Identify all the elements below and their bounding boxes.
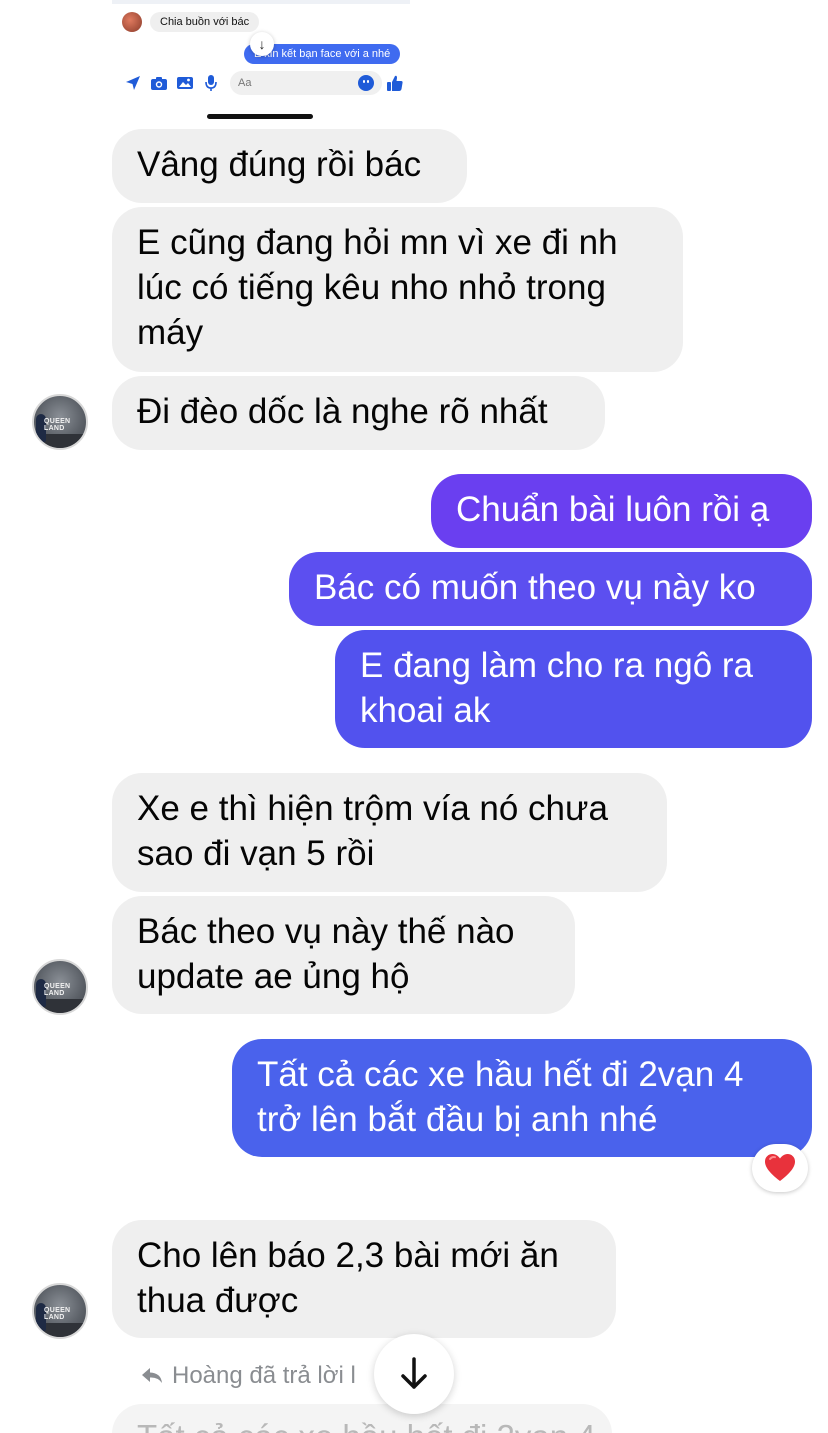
avatar-logo-text: QUEEN LAND <box>44 983 71 997</box>
message-bubble-outgoing[interactable]: E đang làm cho ra ngô ra khoai ak <box>335 630 812 748</box>
scroll-to-bottom-button[interactable] <box>374 1334 454 1414</box>
message-bubble-incoming[interactable]: Đi đèo dốc là nghe rõ nhất <box>112 376 605 450</box>
location-arrow-icon <box>120 70 146 96</box>
message-bubble-incoming[interactable]: Vâng đúng rồi bác <box>112 129 467 203</box>
emoji-icon <box>358 75 374 91</box>
contact-avatar[interactable]: QUEEN LAND <box>32 394 88 450</box>
thumbs-up-icon <box>382 70 408 96</box>
contact-avatar[interactable]: QUEEN LAND <box>32 959 88 1015</box>
embed-incoming-row: Chia buồn với bác <box>122 12 260 32</box>
heart-icon <box>765 1154 795 1181</box>
message-bubble-outgoing[interactable]: Bác có muốn theo vụ này ko <box>289 552 812 626</box>
message-bubble-incoming[interactable]: Xe e thì hiện trộm vía nó chưa sao đi vạ… <box>112 773 667 892</box>
home-indicator <box>207 114 313 119</box>
embed-avatar <box>122 12 142 32</box>
avatar-logo-text: QUEEN LAND <box>44 418 71 432</box>
embed-scroll-down-icon: ↓ <box>250 32 274 56</box>
reply-info: Hoàng đã trả lời l <box>140 1362 356 1390</box>
reply-arrow-icon <box>142 1368 162 1383</box>
contact-avatar[interactable]: QUEEN LAND <box>32 1283 88 1339</box>
embed-message-input: Aa <box>230 71 382 95</box>
image-icon <box>172 70 198 96</box>
quoted-message-preview[interactable]: Tất cả các xe hầu hết đi 2vạn 4 <box>112 1404 612 1433</box>
message-bubble-incoming[interactable]: Cho lên báo 2,3 bài mới ăn thua được <box>112 1220 616 1338</box>
embed-input-placeholder: Aa <box>238 77 252 89</box>
heart-reaction[interactable] <box>752 1144 808 1192</box>
avatar-logo-text: QUEEN LAND <box>44 1307 71 1321</box>
microphone-icon <box>198 70 224 96</box>
camera-icon <box>146 70 172 96</box>
message-bubble-outgoing[interactable]: Tất cả các xe hầu hết đi 2vạn 4 trở lên … <box>232 1039 812 1157</box>
message-bubble-outgoing[interactable]: Chuẩn bài luôn rồi ạ <box>431 474 812 548</box>
message-bubble-incoming[interactable]: E cũng đang hỏi mn vì xe đi nh lúc có ti… <box>112 207 683 372</box>
embed-incoming-bubble: Chia buồn với bác <box>150 12 260 32</box>
embedded-screenshot: Chia buồn với bác E xin kết bạn face với… <box>112 0 410 108</box>
arrow-down-icon <box>401 1357 427 1389</box>
embed-composer: Aa <box>120 70 408 96</box>
embed-divider <box>112 0 410 4</box>
reply-info-text: Hoàng đã trả lời l <box>172 1362 356 1389</box>
message-bubble-incoming[interactable]: Bác theo vụ này thế nào update ae ủng hộ <box>112 896 575 1014</box>
